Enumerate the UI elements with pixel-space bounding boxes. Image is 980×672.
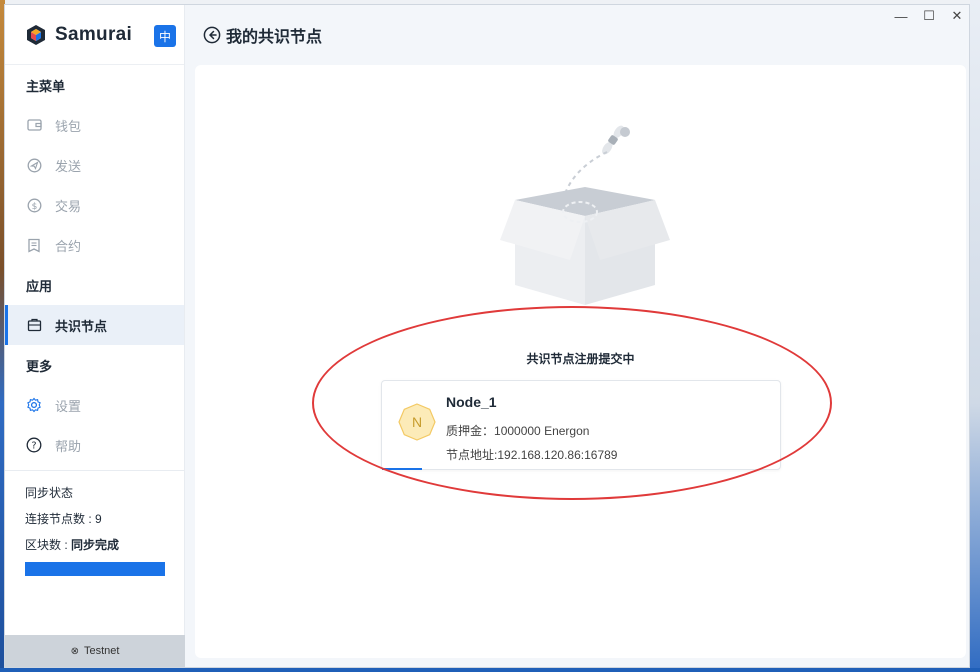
node-icon (26, 317, 42, 333)
sidebar-item-transactions[interactable]: $ 交易 (5, 185, 184, 225)
sidebar-item-label: 帮助 (55, 438, 82, 454)
network-indicator[interactable]: ⊗ Testnet (5, 635, 185, 667)
sidebar-item-help[interactable]: ? 帮助 (5, 425, 184, 465)
sidebar-item-label: 合约 (55, 238, 82, 254)
network-icon: ⊗ (70, 645, 79, 657)
sidebar-item-send[interactable]: 发送 (5, 145, 184, 185)
sidebar-item-consensus-node[interactable]: 共识节点 (5, 305, 184, 345)
maximize-icon[interactable]: ☐ (915, 5, 943, 27)
dollar-icon: $ (26, 197, 42, 213)
gear-icon (26, 397, 42, 413)
sidebar-item-label: 钱包 (55, 118, 82, 134)
empty-box-illustration (500, 125, 670, 305)
window-controls: — ☐ ✕ (887, 5, 969, 29)
network-name: Testnet (83, 645, 120, 657)
minimize-icon[interactable]: — (887, 5, 915, 27)
desktop-right-strip (970, 0, 980, 672)
peer-count-label: 连接节点数 : (25, 512, 96, 526)
sidebar-item-wallet[interactable]: 钱包 (5, 105, 184, 145)
page-header: 我的共识节点 — ☐ ✕ (185, 5, 969, 65)
sidebar-item-contracts[interactable]: 合约 (5, 225, 184, 265)
contract-icon (26, 237, 42, 253)
red-annotation-ellipse (312, 306, 832, 500)
section-apps: 应用 (26, 278, 53, 294)
svg-text:$: $ (31, 202, 37, 212)
sync-status-title: 同步状态 (25, 486, 74, 500)
block-status: 区块数 : 同步完成 (25, 535, 184, 561)
section-more: 更多 (26, 358, 53, 374)
samurai-logo-icon (27, 24, 45, 45)
language-button[interactable]: 中 (154, 25, 176, 47)
sidebar-item-label: 设置 (55, 398, 82, 414)
block-status-label: 区块数 : (25, 538, 72, 552)
wallet-icon (26, 117, 42, 133)
back-arrow-icon[interactable] (203, 26, 221, 44)
sync-status: 同步状态 连接节点数 : 9 区块数 : 同步完成 (5, 470, 184, 561)
sidebar-item-settings[interactable]: 设置 (5, 385, 184, 425)
help-icon: ? (26, 437, 42, 453)
desktop-bottom-strip (0, 668, 980, 672)
sync-progress-bar (25, 562, 165, 576)
peer-count-value: 9 (95, 512, 102, 526)
peer-count: 连接节点数 : 9 (25, 509, 184, 535)
svg-text:?: ? (31, 441, 36, 452)
sidebar-item-label: 交易 (55, 198, 82, 214)
page-title: 我的共识节点 (226, 29, 323, 46)
sidebar-item-label: 共识节点 (55, 318, 108, 334)
sidebar-item-label: 发送 (55, 158, 82, 174)
section-main-menu: 主菜单 (26, 78, 66, 94)
block-status-value: 同步完成 (71, 538, 120, 552)
sidebar: Samurai 中 主菜单 钱包 发送 $ 交易 合约 应用 共识节点 更多 设… (5, 5, 185, 667)
sync-progress-fill (25, 562, 165, 576)
brand-name: Samurai (55, 23, 133, 45)
send-icon (26, 157, 42, 173)
close-icon[interactable]: ✕ (943, 5, 969, 27)
